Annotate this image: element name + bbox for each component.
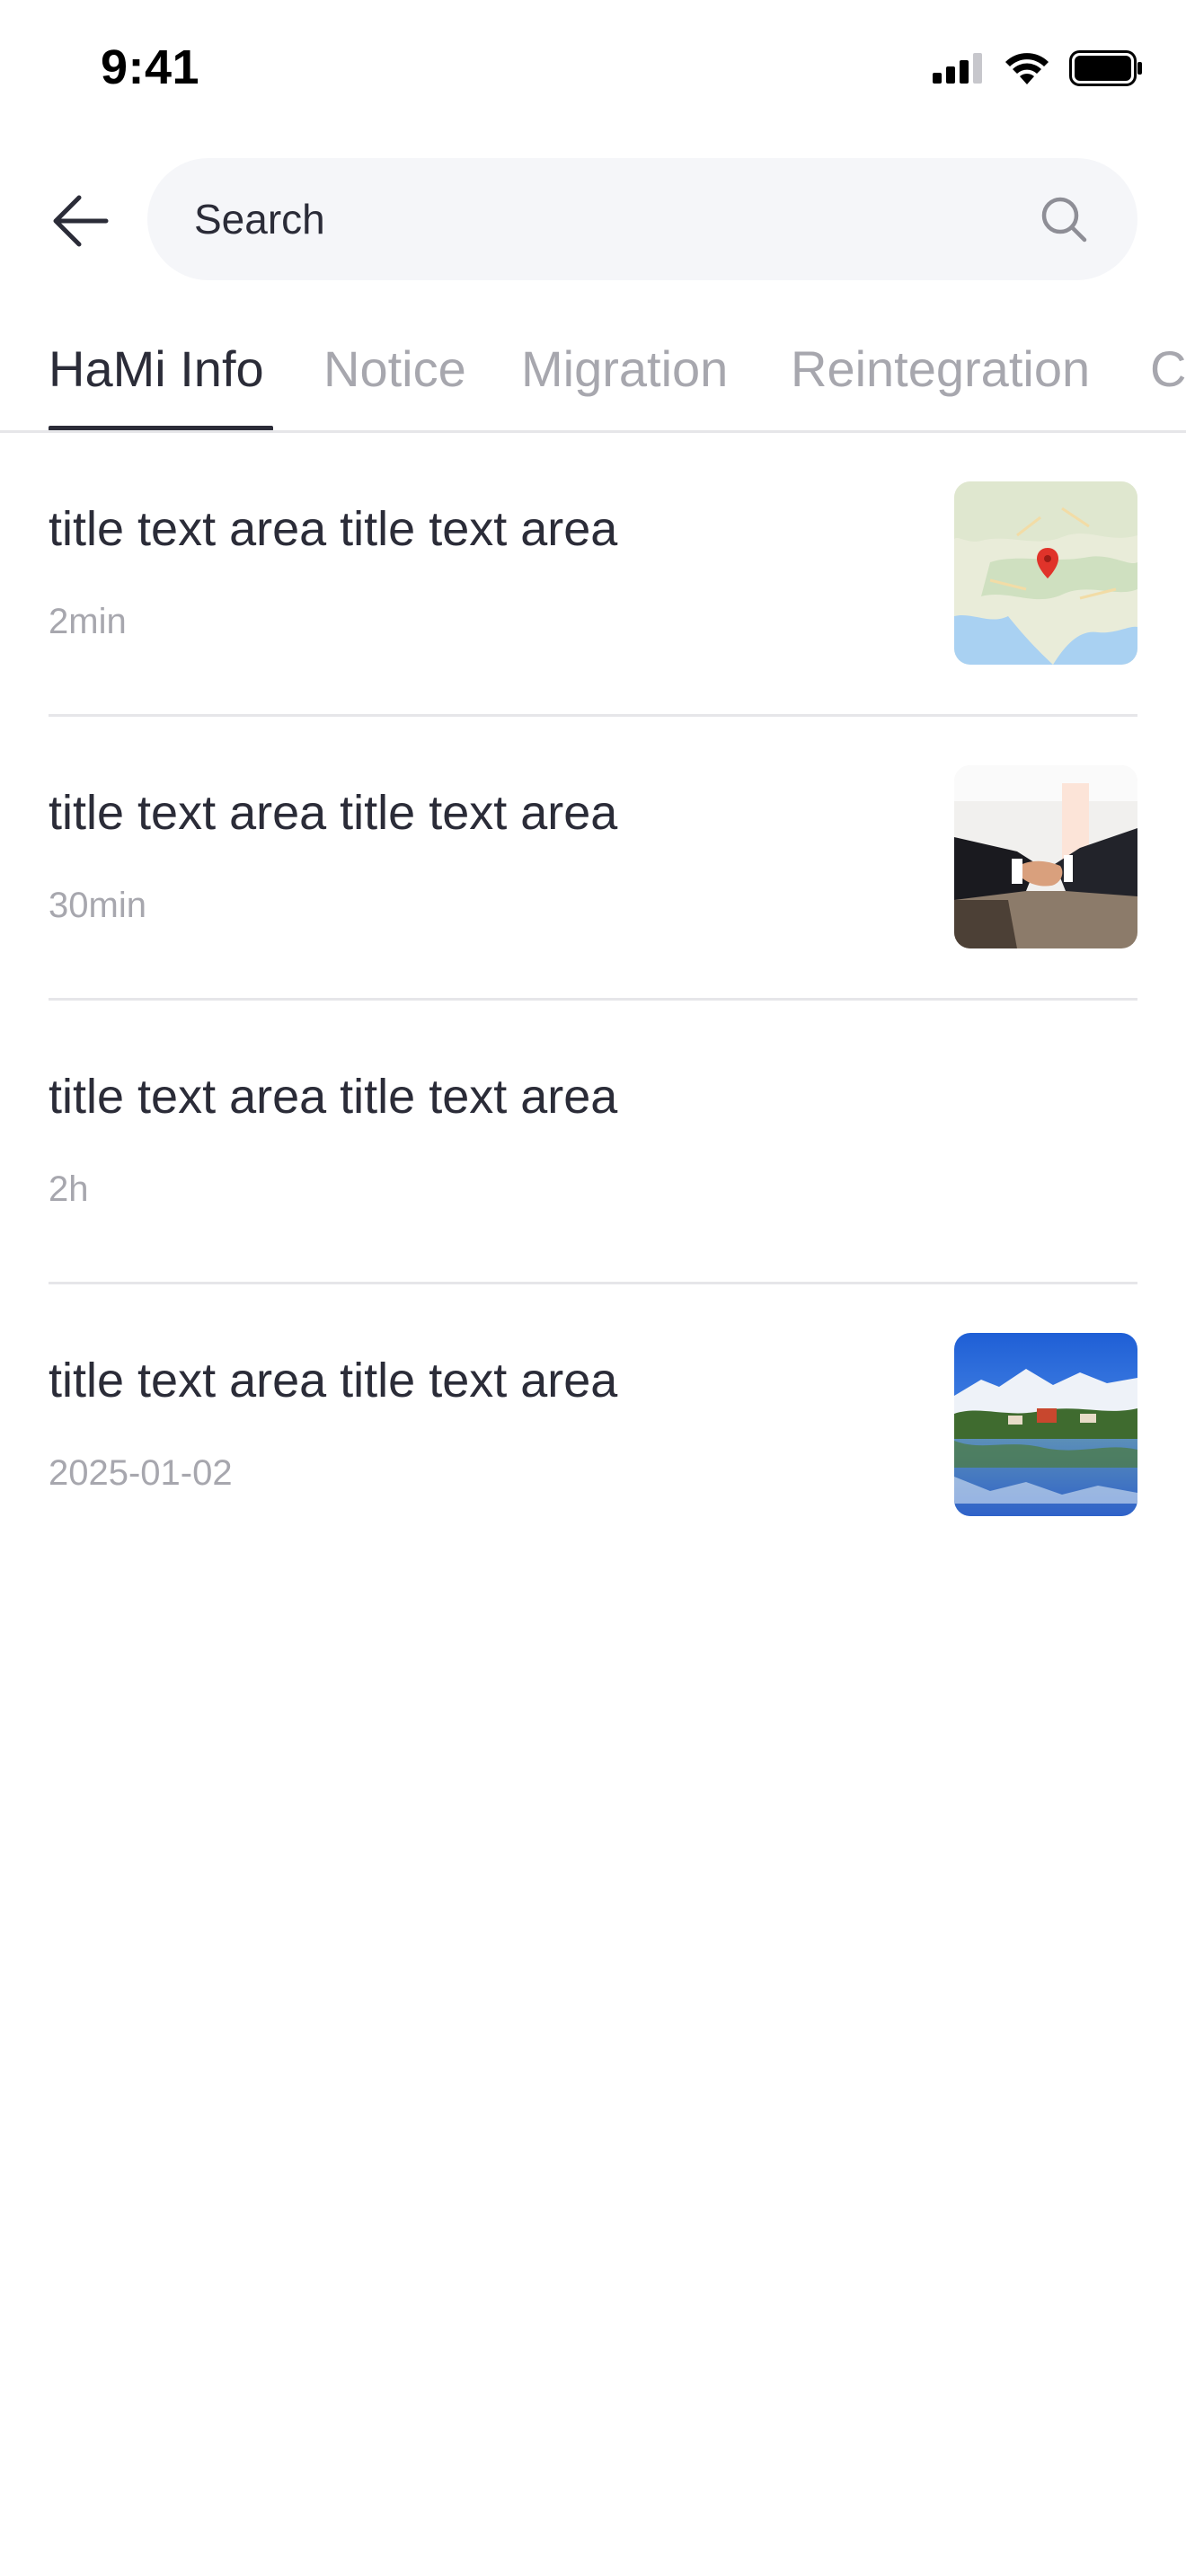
tab-hami-info[interactable]: HaMi Info	[49, 323, 264, 430]
search-icon[interactable]	[1039, 194, 1089, 244]
item-timestamp: 2h	[49, 1169, 89, 1209]
arrow-left-icon	[53, 195, 109, 247]
item-title: title text area title text area	[49, 1070, 618, 1124]
news-list: title text area title text area 2min tit…	[0, 433, 1186, 1554]
search-box[interactable]	[147, 158, 1137, 280]
item-title: title text area title text area	[49, 502, 618, 556]
battery-icon	[1069, 50, 1142, 86]
active-tab-indicator	[49, 426, 273, 430]
tab-notice[interactable]: Notice	[323, 323, 466, 430]
tab-co[interactable]: Co	[1150, 323, 1186, 430]
cellular-signal-icon	[933, 53, 982, 84]
tab-bar: HaMi Info Notice Migration Reintegration…	[0, 323, 1186, 433]
map-thumbnail	[954, 481, 1137, 665]
status-bar: 9:41	[0, 0, 1186, 135]
back-button[interactable]	[47, 185, 119, 257]
item-timestamp: 2min	[49, 602, 127, 641]
item-title: title text area title text area	[49, 786, 618, 840]
status-icons	[933, 50, 1143, 86]
list-item[interactable]: title text area title text area 30min	[0, 717, 1186, 1001]
handshake-thumbnail	[954, 765, 1137, 948]
tab-reintegration[interactable]: Reintegration	[791, 323, 1090, 430]
status-time: 9:41	[101, 40, 200, 94]
screen: 9:41 Search HaMi Info Notice Migration R…	[0, 0, 1186, 2576]
list-item[interactable]: title text area title text area 2025-01-…	[0, 1284, 1186, 1554]
tab-migration[interactable]: Migration	[521, 323, 728, 430]
lake-mountain-thumbnail	[954, 1333, 1137, 1516]
wifi-icon	[1005, 53, 1049, 84]
search-input[interactable]	[194, 158, 1003, 280]
item-timestamp: 2025-01-02	[49, 1453, 233, 1493]
item-title: title text area title text area	[49, 1354, 618, 1407]
list-item[interactable]: title text area title text area 2min	[0, 433, 1186, 717]
search-header	[0, 153, 1186, 287]
list-item[interactable]: title text area title text area 2h	[0, 1001, 1186, 1284]
item-timestamp: 30min	[49, 886, 146, 925]
